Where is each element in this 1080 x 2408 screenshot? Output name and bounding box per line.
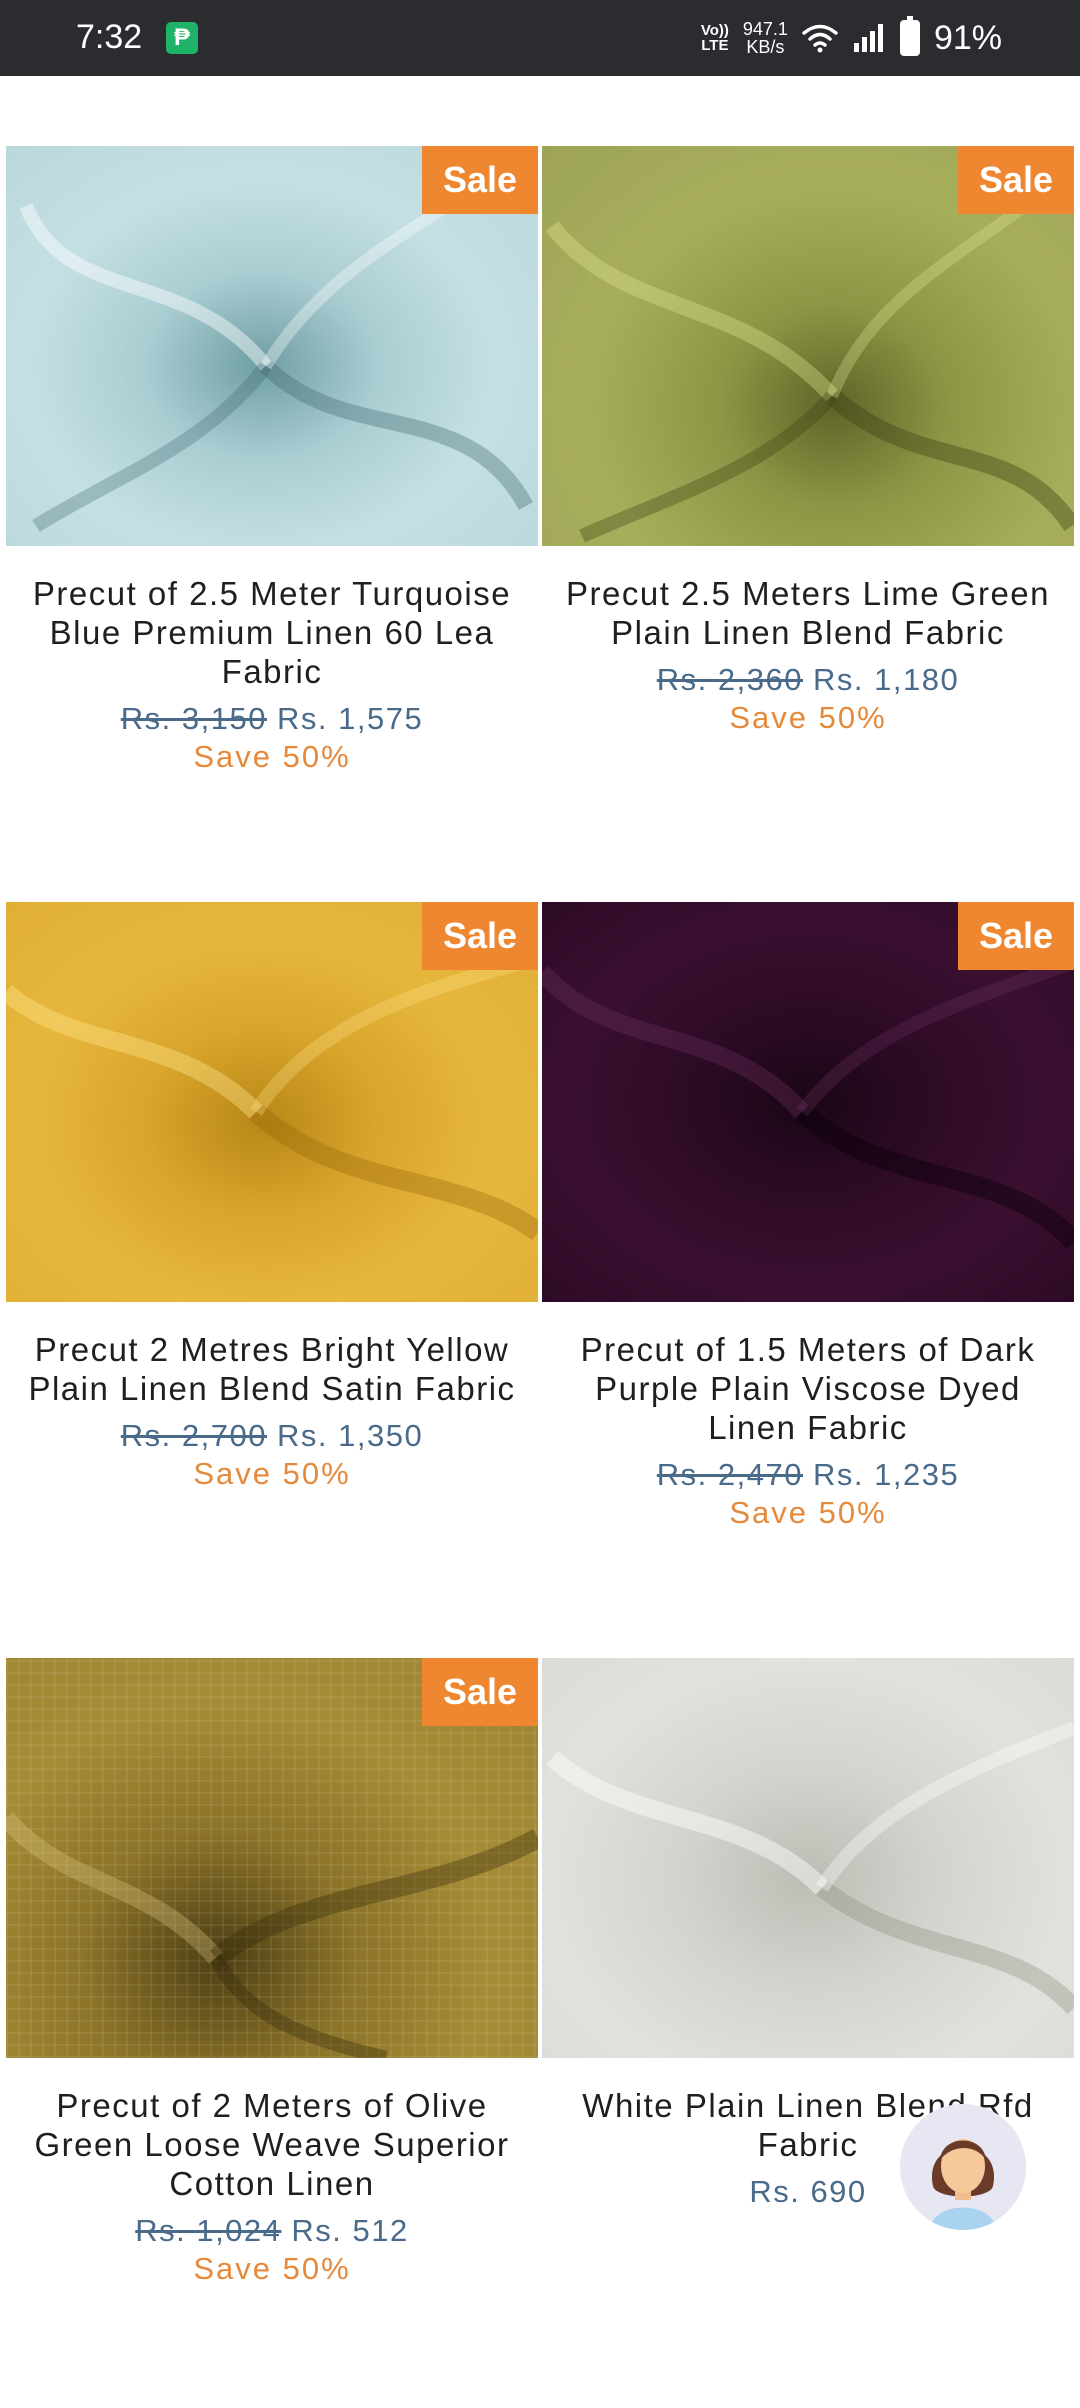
fabric-swirl [546, 1721, 1074, 2015]
sale-price: Rs. 690 [749, 2174, 867, 2209]
product-card[interactable]: Sale Precut of 2.5 Meter Turquoise Blue … [6, 146, 538, 775]
product-title[interactable]: Precut 2 Metres Bright Yellow Plain Line… [6, 1330, 538, 1408]
product-image[interactable]: Sale [542, 902, 1074, 1302]
original-price: Rs. 1,024 [135, 2213, 282, 2248]
product-prices: Rs. 1,024 Rs. 512 [6, 2213, 538, 2249]
product-card[interactable]: Sale Precut 2 Metres Bright Yellow Plain… [6, 902, 538, 1492]
product-card[interactable]: Sale Precut of 1.5 Meters of Dark Purple… [542, 902, 1074, 1531]
original-price: Rs. 2,470 [656, 1457, 803, 1492]
battery-icon [899, 16, 920, 56]
battery-percentage: 91% [933, 18, 1002, 57]
discount-label: Save 50% [729, 1495, 887, 1530]
sale-price: Rs. 1,575 [277, 701, 424, 736]
sale-badge: Sale [422, 902, 538, 970]
status-time: 7:32 [76, 18, 143, 56]
product-card[interactable]: Sale Precut 2.5 Meters Lime Green Plain … [542, 146, 1074, 736]
product-image[interactable]: Sale [6, 146, 538, 546]
net-speed-value: 947.1 [742, 19, 788, 39]
product-prices: Rs. 2,470 Rs. 1,235 [542, 1457, 1074, 1493]
chat-assistant-button[interactable] [900, 2104, 1026, 2230]
product-prices: Rs. 3,150 Rs. 1,575 [6, 701, 538, 737]
sale-badge: Sale [958, 146, 1074, 214]
paytm-icon: ₱ [166, 22, 198, 54]
signal-icon [853, 24, 883, 52]
sale-price: Rs. 1,350 [277, 1418, 424, 1453]
discount-label: Save 50% [729, 700, 887, 735]
sale-badge: Sale [422, 1658, 538, 1726]
net-speed: 947.1 KB/s [743, 20, 788, 56]
original-price: Rs. 2,360 [656, 662, 803, 697]
original-price: Rs. 3,150 [120, 701, 267, 736]
status-icons: Vo)) LTE 947.1 KB/s 91% [701, 14, 1002, 62]
assistant-avatar-icon [900, 2104, 1026, 2230]
product-title[interactable]: Precut 2.5 Meters Lime Green Plain Linen… [542, 574, 1074, 652]
product-image[interactable] [542, 1658, 1074, 2058]
product-image[interactable]: Sale [6, 902, 538, 1302]
discount-label: Save 50% [193, 2251, 351, 2286]
sale-badge: Sale [958, 902, 1074, 970]
product-image[interactable]: Sale [542, 146, 1074, 546]
sale-price: Rs. 1,180 [813, 662, 960, 697]
product-title[interactable]: Precut of 1.5 Meters of Dark Purple Plai… [542, 1330, 1074, 1447]
original-price: Rs. 2,700 [120, 1418, 267, 1453]
sale-price: Rs. 1,235 [813, 1457, 960, 1492]
product-prices: Rs. 2,360 Rs. 1,180 [542, 662, 1074, 698]
discount-label: Save 50% [193, 739, 351, 774]
discount-label: Save 50% [193, 1456, 351, 1491]
product-prices: Rs. 2,700 Rs. 1,350 [6, 1418, 538, 1454]
volte-indicator: Vo)) LTE [700, 22, 729, 54]
sale-badge: Sale [422, 146, 538, 214]
net-speed-unit: KB/s [746, 37, 785, 57]
product-card[interactable]: Sale Precut of 2 Meters of Olive Green L… [6, 1658, 538, 2287]
product-image[interactable]: Sale [6, 1658, 538, 2058]
sale-price: Rs. 512 [291, 2213, 409, 2248]
product-title[interactable]: Precut of 2.5 Meter Turquoise Blue Premi… [6, 574, 538, 691]
status-bar: 7:32 ₱ Vo)) LTE 947.1 KB/s 91% [0, 0, 1080, 76]
product-title[interactable]: Precut of 2 Meters of Olive Green Loose … [6, 2086, 538, 2203]
wifi-icon [802, 24, 838, 53]
